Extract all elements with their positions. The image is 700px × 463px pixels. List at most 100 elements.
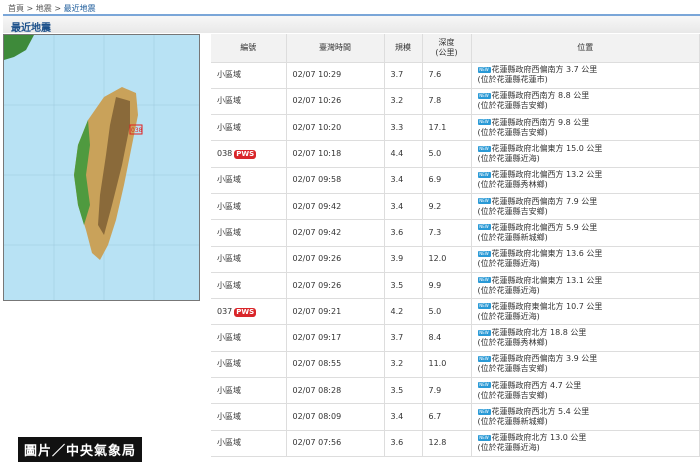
table-row[interactable]: 小區域 02/07 10:29 3.7 7.6 NEW 花蓮縣政府西偏南方 3.7… (211, 62, 700, 89)
cell-magnitude: 3.4 (384, 403, 423, 431)
cell-id: 小區域 (211, 62, 287, 89)
cell-time: 02/07 10:20 (286, 114, 385, 142)
cell-depth: 5.0 (422, 140, 472, 168)
new-badge-icon: NEW (477, 303, 491, 310)
cell-location[interactable]: NEW 花蓮縣政府北偏東方 13.6 公里 (位於花蓮縣近海) (471, 246, 700, 273)
cell-id: 小區域 (211, 377, 287, 405)
cell-time: 02/07 09:17 (286, 324, 385, 352)
cell-id: 小區域 (211, 219, 287, 247)
earthquake-map[interactable]: 038 (3, 34, 200, 301)
table-row[interactable]: 小區域 02/07 10:20 3.3 17.1 NEW 花蓮縣政府西南方 9.8… (211, 114, 700, 142)
new-badge-icon: NEW (477, 171, 491, 178)
cell-depth: 7.6 (422, 62, 472, 89)
cell-depth: 7.8 (422, 88, 472, 116)
table-row[interactable]: 小區域 02/07 07:56 3.6 12.8 NEW 花蓮縣政府北方 13.0… (211, 430, 700, 457)
cell-location[interactable]: NEW 花蓮縣政府西偏南方 3.7 公里 (位於花蓮縣花蓮市) (471, 62, 700, 89)
header-depth[interactable]: 深度 (公里) (422, 34, 472, 63)
new-badge-icon: NEW (477, 198, 491, 205)
cell-time: 02/07 09:26 (286, 246, 385, 273)
breadcrumb: 首頁 > 地震 > 最近地震 (8, 4, 96, 13)
table-row[interactable]: 小區域 02/07 09:58 3.4 6.9 NEW 花蓮縣政府北偏西方 13.… (211, 167, 700, 194)
cell-location[interactable]: NEW 花蓮縣政府北偏東方 13.1 公里 (位於花蓮縣近海) (471, 272, 700, 300)
section-header: 最近地震 (3, 14, 700, 34)
table-row[interactable]: 小區域 02/07 09:42 3.4 9.2 NEW 花蓮縣政府西偏南方 7.9… (211, 193, 700, 221)
pws-badge[interactable]: PWS (234, 150, 257, 160)
table-row[interactable]: 小區域 02/07 09:26 3.9 12.0 NEW 花蓮縣政府北偏東方 13… (211, 246, 700, 273)
cell-id: 小區域 (211, 88, 287, 116)
cell-magnitude: 3.2 (384, 351, 423, 379)
cell-time: 02/07 09:26 (286, 272, 385, 300)
cell-location[interactable]: NEW 花蓮縣政府北偏東方 15.0 公里 (位於花蓮縣近海) (471, 140, 700, 168)
table-row[interactable]: 小區域 02/07 09:26 3.5 9.9 NEW 花蓮縣政府北偏東方 13.… (211, 272, 700, 300)
cell-magnitude: 3.7 (384, 62, 423, 89)
breadcrumb-home[interactable]: 首頁 (8, 4, 24, 13)
cell-location[interactable]: NEW 花蓮縣政府北方 13.0 公里 (位於花蓮縣近海) (471, 430, 700, 457)
table-row[interactable]: 小區域 02/07 10:26 3.2 7.8 NEW 花蓮縣政府西南方 8.8 … (211, 88, 700, 116)
cell-location[interactable]: NEW 花蓮縣政府西方 4.7 公里 (位於花蓮縣吉安鄉) (471, 377, 700, 405)
table-row[interactable]: 小區域 02/07 09:17 3.7 8.4 NEW 花蓮縣政府北方 18.8 … (211, 324, 700, 352)
cell-time: 02/07 10:26 (286, 88, 385, 116)
cell-magnitude: 4.2 (384, 298, 423, 326)
cell-location[interactable]: NEW 花蓮縣政府西偏南方 7.9 公里 (位於花蓮縣吉安鄉) (471, 193, 700, 221)
cell-location[interactable]: NEW 花蓮縣政府西偏南方 3.9 公里 (位於花蓮縣吉安鄉) (471, 351, 700, 379)
cell-time: 02/07 08:09 (286, 403, 385, 431)
cell-id: 小區域 (211, 430, 287, 457)
cell-time: 02/07 10:29 (286, 62, 385, 89)
cell-magnitude: 3.5 (384, 377, 423, 405)
cell-id: 小區域 (211, 351, 287, 379)
new-badge-icon: NEW (477, 329, 491, 336)
cell-location[interactable]: NEW 花蓮縣政府東偏北方 10.7 公里 (位於花蓮縣近海) (471, 298, 700, 326)
page-title: 最近地震 (11, 23, 51, 34)
new-badge-icon: NEW (477, 66, 491, 73)
new-badge-icon: NEW (477, 408, 491, 415)
header-location[interactable]: 位置 (471, 34, 700, 63)
cell-id: 小區域 (211, 246, 287, 273)
cell-magnitude: 3.6 (384, 430, 423, 457)
cell-time: 02/07 09:42 (286, 193, 385, 221)
cell-id: 038 PWS (211, 140, 287, 168)
cell-location[interactable]: NEW 花蓮縣政府西南方 8.8 公里 (位於花蓮縣吉安鄉) (471, 88, 700, 116)
cell-magnitude: 3.4 (384, 193, 423, 221)
cell-depth: 11.0 (422, 351, 472, 379)
cell-id: 小區域 (211, 324, 287, 352)
cell-time: 02/07 10:18 (286, 140, 385, 168)
cell-time: 02/07 09:21 (286, 298, 385, 326)
table-row[interactable]: 小區域 02/07 09:42 3.6 7.3 NEW 花蓮縣政府北偏西方 5.9… (211, 219, 700, 247)
cell-depth: 9.9 (422, 272, 472, 300)
cell-depth: 7.9 (422, 377, 472, 405)
cell-id: 小區域 (211, 167, 287, 194)
cell-location[interactable]: NEW 花蓮縣政府北方 18.8 公里 (位於花蓮縣秀林鄉) (471, 324, 700, 352)
new-badge-icon: NEW (477, 277, 491, 284)
table-row[interactable]: 小區域 02/07 08:28 3.5 7.9 NEW 花蓮縣政府西方 4.7 公… (211, 377, 700, 405)
new-badge-icon: NEW (477, 355, 491, 362)
new-badge-icon: NEW (477, 145, 491, 152)
cell-magnitude: 3.2 (384, 88, 423, 116)
cell-time: 02/07 09:42 (286, 219, 385, 247)
cell-depth: 6.7 (422, 403, 472, 431)
new-badge-icon: NEW (477, 382, 491, 389)
cell-depth: 12.0 (422, 246, 472, 273)
table-row[interactable]: 小區域 02/07 08:09 3.4 6.7 NEW 花蓮縣政府西北方 5.4 … (211, 403, 700, 431)
breadcrumb-current: 最近地震 (63, 4, 96, 13)
header-magnitude[interactable]: 規模 (384, 34, 423, 63)
new-badge-icon: NEW (477, 250, 491, 257)
cell-location[interactable]: NEW 花蓮縣政府北偏西方 5.9 公里 (位於花蓮縣新城鄉) (471, 219, 700, 247)
pws-badge[interactable]: PWS (234, 307, 257, 317)
cell-time: 02/07 08:55 (286, 351, 385, 379)
cell-location[interactable]: NEW 花蓮縣政府北偏西方 13.2 公里 (位於花蓮縣秀林鄉) (471, 167, 700, 194)
cell-time: 02/07 08:28 (286, 377, 385, 405)
cell-id: 小區域 (211, 193, 287, 221)
cell-location[interactable]: NEW 花蓮縣政府西北方 5.4 公里 (位於花蓮縣新城鄉) (471, 403, 700, 431)
table-row[interactable]: 038 PWS 02/07 10:18 4.4 5.0 NEW 花蓮縣政府北偏東方 … (211, 140, 700, 168)
cell-magnitude: 3.9 (384, 246, 423, 273)
breadcrumb-earthquake[interactable]: 地震 (36, 4, 52, 13)
table-row[interactable]: 037 PWS 02/07 09:21 4.2 5.0 NEW 花蓮縣政府東偏北方 … (211, 298, 700, 326)
header-id[interactable]: 編號 (211, 34, 287, 63)
cell-magnitude: 3.7 (384, 324, 423, 352)
cell-magnitude: 3.6 (384, 219, 423, 247)
new-badge-icon: NEW (477, 224, 491, 231)
cell-time: 02/07 07:56 (286, 430, 385, 457)
header-time[interactable]: 臺灣時間 (286, 34, 385, 63)
table-row[interactable]: 小區域 02/07 08:55 3.2 11.0 NEW 花蓮縣政府西偏南方 3.… (211, 351, 700, 379)
cell-location[interactable]: NEW 花蓮縣政府西南方 9.8 公里 (位於花蓮縣吉安鄉) (471, 114, 700, 142)
